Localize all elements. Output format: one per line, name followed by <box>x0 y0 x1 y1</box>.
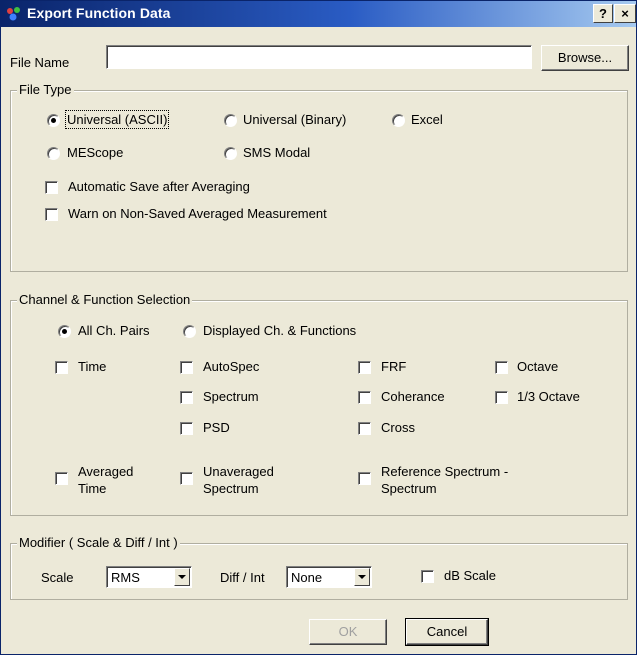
browse-button[interactable]: Browse... <box>541 45 629 71</box>
octave-checkbox[interactable] <box>495 361 508 374</box>
cancel-button[interactable]: Cancel <box>405 618 489 646</box>
third-octave-label[interactable]: 1/3 Octave <box>517 389 580 404</box>
radio-mescope[interactable] <box>47 147 60 160</box>
diff-int-select-value: None <box>291 570 323 585</box>
reference-spectrum-line-1: Reference Spectrum - <box>381 464 509 479</box>
autospec-label[interactable]: AutoSpec <box>203 359 259 374</box>
radio-all-ch-pairs-label[interactable]: All Ch. Pairs <box>78 323 150 338</box>
cross-label[interactable]: Cross <box>381 420 415 435</box>
chevron-down-icon[interactable] <box>354 568 370 586</box>
ok-button[interactable]: OK <box>309 619 387 645</box>
octave-label[interactable]: Octave <box>517 359 558 374</box>
coherance-label[interactable]: Coherance <box>381 389 445 404</box>
averaged-time-line-1: Averaged <box>78 464 134 479</box>
spectrum-label[interactable]: Spectrum <box>203 389 259 404</box>
unaveraged-spectrum-line-2: Spectrum <box>203 481 259 496</box>
radio-universal-ascii[interactable] <box>47 114 60 127</box>
db-scale-checkbox[interactable] <box>421 570 434 583</box>
auto-save-label[interactable]: Automatic Save after Averaging <box>68 179 250 194</box>
warn-unsaved-label[interactable]: Warn on Non-Saved Averaged Measurement <box>68 206 327 221</box>
frf-label[interactable]: FRF <box>381 359 406 374</box>
averaged-time-checkbox[interactable] <box>55 472 68 485</box>
psd-label[interactable]: PSD <box>203 420 230 435</box>
chevron-down-icon[interactable] <box>174 568 190 586</box>
radio-universal-binary-label[interactable]: Universal (Binary) <box>243 112 346 127</box>
window-title: Export Function Data <box>27 5 171 21</box>
title-bar[interactable]: Export Function Data ? × <box>1 1 636 27</box>
diff-int-label: Diff / Int <box>220 570 265 585</box>
time-checkbox[interactable] <box>55 361 68 374</box>
radio-universal-ascii-label[interactable]: Universal (ASCII) <box>64 110 170 129</box>
radio-sms-modal[interactable] <box>224 147 237 160</box>
psd-checkbox[interactable] <box>180 422 193 435</box>
close-button[interactable]: × <box>614 4 636 23</box>
radio-all-ch-pairs[interactable] <box>58 325 71 338</box>
reference-spectrum-line-2: Spectrum <box>381 481 437 496</box>
frf-checkbox[interactable] <box>358 361 371 374</box>
file-name-input[interactable] <box>106 45 532 69</box>
reference-spectrum-label[interactable]: Reference Spectrum - Spectrum <box>381 463 508 497</box>
averaged-time-label[interactable]: Averaged Time <box>78 463 133 497</box>
coherance-checkbox[interactable] <box>358 391 371 404</box>
channel-function-group-title: Channel & Function Selection <box>17 292 193 307</box>
auto-save-checkbox[interactable] <box>45 181 58 194</box>
radio-universal-binary[interactable] <box>224 114 237 127</box>
unaveraged-spectrum-checkbox[interactable] <box>180 472 193 485</box>
radio-excel-label[interactable]: Excel <box>411 112 443 127</box>
file-type-group-title: File Type <box>17 82 74 97</box>
scale-label: Scale <box>41 570 74 585</box>
radio-mescope-label[interactable]: MEScope <box>67 145 123 160</box>
cross-checkbox[interactable] <box>358 422 371 435</box>
autospec-checkbox[interactable] <box>180 361 193 374</box>
db-scale-label[interactable]: dB Scale <box>444 568 496 583</box>
time-label[interactable]: Time <box>78 359 106 374</box>
file-name-label: File Name <box>10 55 70 70</box>
warn-unsaved-checkbox[interactable] <box>45 208 58 221</box>
radio-displayed-ch-functions[interactable] <box>183 325 196 338</box>
radio-sms-modal-label[interactable]: SMS Modal <box>243 145 310 160</box>
reference-spectrum-checkbox[interactable] <box>358 472 371 485</box>
help-button[interactable]: ? <box>593 4 613 23</box>
spectrum-checkbox[interactable] <box>180 391 193 404</box>
scale-select[interactable]: RMS <box>106 566 192 588</box>
modifier-group-title: Modifier ( Scale & Diff / Int ) <box>17 535 180 550</box>
averaged-time-line-2: Time <box>78 481 107 496</box>
scale-select-value: RMS <box>111 570 140 585</box>
export-function-data-dialog: Export Function Data ? × File Name Brows… <box>0 0 637 655</box>
unaveraged-spectrum-line-1: Unaveraged <box>203 464 274 479</box>
third-octave-checkbox[interactable] <box>495 391 508 404</box>
unaveraged-spectrum-label[interactable]: Unaveraged Spectrum <box>203 463 274 497</box>
radio-excel[interactable] <box>392 114 405 127</box>
radio-displayed-ch-functions-label[interactable]: Displayed Ch. & Functions <box>203 323 356 338</box>
app-icon <box>7 7 20 21</box>
diff-int-select[interactable]: None <box>286 566 372 588</box>
